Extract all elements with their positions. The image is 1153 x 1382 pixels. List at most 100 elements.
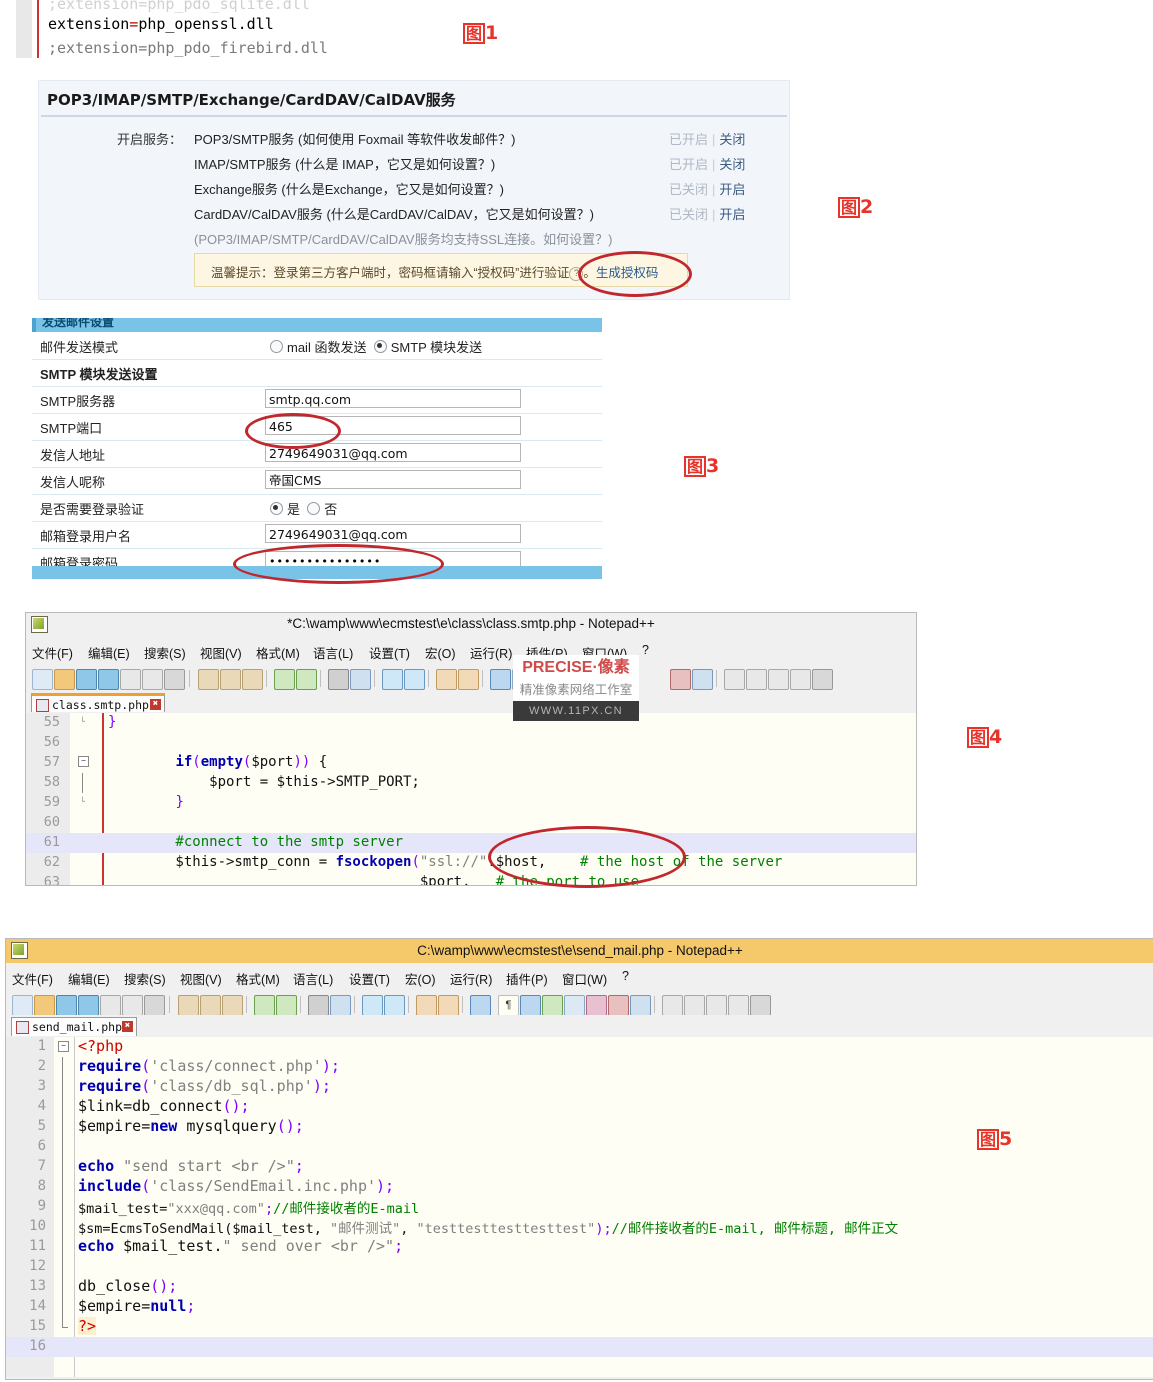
word-wrap-icon[interactable] <box>490 669 511 690</box>
menu-language[interactable]: 语言(L) <box>293 969 333 988</box>
function-list-icon[interactable] <box>586 995 607 1016</box>
menu-edit[interactable]: 编辑(E) <box>88 643 130 662</box>
document-map-icon[interactable] <box>670 669 691 690</box>
run-icon[interactable] <box>750 995 771 1016</box>
zoom-out-icon[interactable] <box>404 669 425 690</box>
run-icon[interactable] <box>812 669 833 690</box>
radio-smtp-module[interactable] <box>374 340 387 353</box>
fold-collapse-icon[interactable]: − <box>58 1041 69 1052</box>
record-macro-icon[interactable] <box>724 669 745 690</box>
stop-macro-icon[interactable] <box>684 995 705 1016</box>
folder-workspace-icon[interactable] <box>608 995 629 1016</box>
menu-format[interactable]: 格式(M) <box>236 969 280 988</box>
undo-icon[interactable] <box>254 995 275 1016</box>
print-icon[interactable] <box>144 995 165 1016</box>
new-file-icon[interactable] <box>32 669 53 690</box>
play-macro-icon[interactable] <box>706 995 727 1016</box>
service-action-carddav[interactable]: 开启 <box>719 207 745 222</box>
print-icon[interactable] <box>164 669 185 690</box>
open-file-icon[interactable] <box>34 995 55 1016</box>
invisible-chars-icon[interactable]: ¶ <box>498 995 519 1016</box>
menu-run[interactable]: 运行(R) <box>450 969 492 988</box>
close-icon[interactable]: ✖ <box>150 699 161 710</box>
menu-file[interactable]: 文件(F) <box>32 643 73 662</box>
find-icon[interactable] <box>308 995 329 1016</box>
input-sender-nickname[interactable]: 帝国CMS <box>265 470 521 489</box>
service-action-exchange[interactable]: 开启 <box>719 182 745 197</box>
menu-run[interactable]: 运行(R) <box>470 643 512 662</box>
radio-mail-function[interactable] <box>270 340 283 353</box>
menu-search[interactable]: 搜索(S) <box>124 969 166 988</box>
function-list-icon[interactable] <box>692 669 713 690</box>
zoom-in-icon[interactable] <box>382 669 403 690</box>
zoom-in-icon[interactable] <box>362 995 383 1016</box>
run-macro-multiple-icon[interactable] <box>728 995 749 1016</box>
menu-edit[interactable]: 编辑(E) <box>68 969 110 988</box>
cut-icon[interactable] <box>198 669 219 690</box>
run-macro-multiple-icon[interactable] <box>790 669 811 690</box>
sync-scroll-h-icon[interactable] <box>458 669 479 690</box>
new-file-icon[interactable] <box>12 995 33 1016</box>
save-icon[interactable] <box>56 995 77 1016</box>
npp2-editor[interactable]: 1 − <?php 2 require('class/connect.php')… <box>6 1037 1153 1377</box>
sync-scroll-v-icon[interactable] <box>416 995 437 1016</box>
replace-icon[interactable] <box>330 995 351 1016</box>
npp1-editor[interactable]: 55 └ } 56 57 − if(empty($port)) { 58 $po… <box>26 713 916 885</box>
open-file-icon[interactable] <box>54 669 75 690</box>
menu-macro[interactable]: 宏(O) <box>405 969 436 988</box>
tab-class-smtp-php[interactable]: class.smtp.php ✖ <box>31 693 165 712</box>
fold-end-icon[interactable]: └ <box>78 718 87 727</box>
close-file-icon[interactable] <box>120 669 141 690</box>
menu-search[interactable]: 搜索(S) <box>144 643 186 662</box>
cut-icon[interactable] <box>178 995 199 1016</box>
fold-end-icon[interactable]: └ <box>78 798 87 807</box>
menu-format[interactable]: 格式(M) <box>256 643 300 662</box>
menu-window[interactable]: 窗口(W) <box>562 969 607 988</box>
copy-icon[interactable] <box>220 669 241 690</box>
undo-icon[interactable] <box>274 669 295 690</box>
sync-scroll-v-icon[interactable] <box>436 669 457 690</box>
replace-icon[interactable] <box>350 669 371 690</box>
sync-scroll-h-icon[interactable] <box>438 995 459 1016</box>
play-macro-icon[interactable] <box>768 669 789 690</box>
menu-view[interactable]: 视图(V) <box>200 643 242 662</box>
copy-icon[interactable] <box>200 995 221 1016</box>
radio-auth-no[interactable] <box>307 502 320 515</box>
document-map-icon[interactable] <box>564 995 585 1016</box>
paste-icon[interactable] <box>242 669 263 690</box>
save-all-icon[interactable] <box>78 995 99 1016</box>
service-action-pop3[interactable]: 关闭 <box>719 132 745 147</box>
save-all-icon[interactable] <box>98 669 119 690</box>
user-defined-lang-icon[interactable] <box>542 995 563 1016</box>
close-all-icon[interactable] <box>142 669 163 690</box>
find-icon[interactable] <box>328 669 349 690</box>
menu-macro[interactable]: 宏(O) <box>425 643 456 662</box>
radio-auth-yes[interactable] <box>270 502 283 515</box>
monitor-icon[interactable] <box>630 995 651 1016</box>
fold-collapse-icon[interactable]: − <box>78 756 89 767</box>
redo-icon[interactable] <box>296 669 317 690</box>
indent-guide-icon[interactable] <box>520 995 541 1016</box>
menu-help[interactable]: ? <box>642 643 649 657</box>
input-mail-username[interactable]: 2749649031@qq.com <box>265 524 521 543</box>
word-wrap-icon[interactable] <box>470 995 491 1016</box>
paste-icon[interactable] <box>222 995 243 1016</box>
close-file-icon[interactable] <box>100 995 121 1016</box>
redo-icon[interactable] <box>276 995 297 1016</box>
menu-plugins[interactable]: 插件(P) <box>506 969 548 988</box>
menu-language[interactable]: 语言(L) <box>313 643 353 662</box>
stop-macro-icon[interactable] <box>746 669 767 690</box>
menu-view[interactable]: 视图(V) <box>180 969 222 988</box>
menu-file[interactable]: 文件(F) <box>12 969 53 988</box>
input-smtp-server[interactable]: smtp.qq.com <box>265 389 521 408</box>
tab-send-mail-php[interactable]: send_mail.php ✖ <box>11 1017 137 1036</box>
close-all-icon[interactable] <box>122 995 143 1016</box>
menu-help[interactable]: ? <box>622 969 629 983</box>
close-icon[interactable]: ✖ <box>122 1021 133 1032</box>
record-macro-icon[interactable] <box>662 995 683 1016</box>
menu-settings[interactable]: 设置(T) <box>349 969 390 988</box>
menu-settings[interactable]: 设置(T) <box>369 643 410 662</box>
save-icon[interactable] <box>76 669 97 690</box>
zoom-out-icon[interactable] <box>384 995 405 1016</box>
service-action-imap[interactable]: 关闭 <box>719 157 745 172</box>
